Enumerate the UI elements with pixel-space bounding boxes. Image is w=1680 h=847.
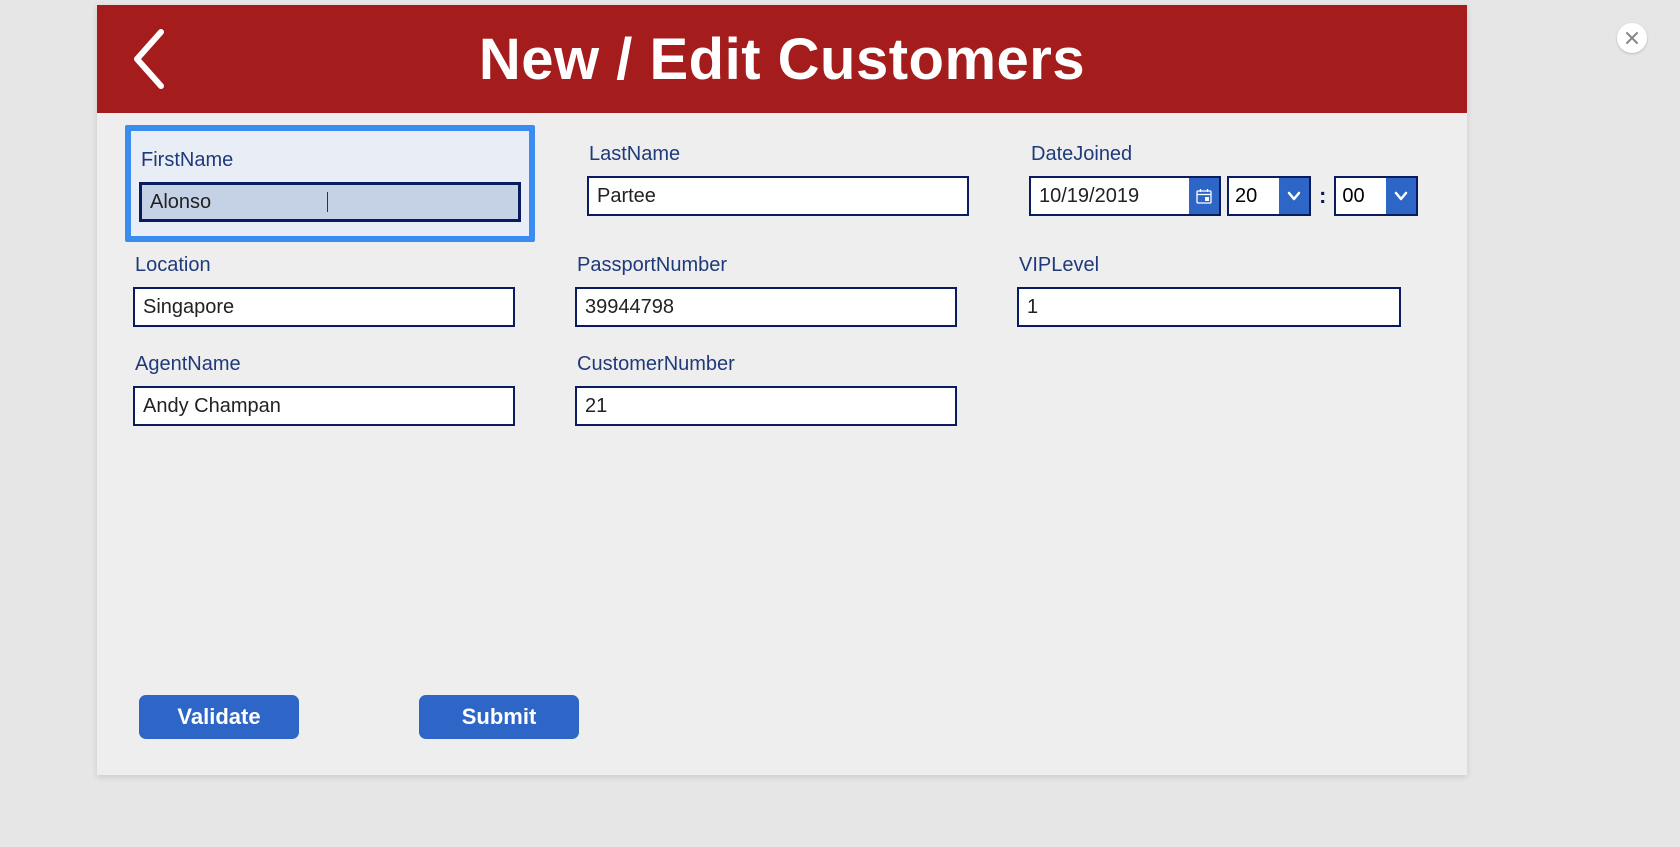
firstname-label: FirstName bbox=[139, 149, 521, 172]
chevron-left-icon bbox=[131, 28, 167, 90]
hour-select[interactable]: 20 bbox=[1227, 176, 1311, 216]
datejoined-field: DateJoined bbox=[1029, 143, 1415, 228]
close-button[interactable] bbox=[1617, 23, 1647, 53]
chevron-down-icon bbox=[1393, 188, 1409, 204]
lastname-field: LastName bbox=[587, 143, 969, 228]
time-separator: : bbox=[1317, 183, 1328, 209]
lastname-input[interactable] bbox=[587, 176, 969, 216]
viplevel-field: VIPLevel bbox=[1017, 254, 1403, 327]
datejoined-label: DateJoined bbox=[1029, 143, 1415, 166]
customernumber-field: CustomerNumber bbox=[575, 353, 957, 426]
passportnumber-input[interactable] bbox=[575, 287, 957, 327]
customernumber-label: CustomerNumber bbox=[575, 353, 957, 376]
date-picker bbox=[1029, 176, 1221, 216]
text-caret-icon bbox=[327, 192, 328, 212]
minute-select[interactable]: 00 bbox=[1334, 176, 1418, 216]
form-row-3: AgentName CustomerNumber bbox=[133, 353, 1431, 426]
date-picker-button[interactable] bbox=[1189, 176, 1221, 216]
customer-form-panel: New / Edit Customers FirstName LastName … bbox=[97, 5, 1467, 775]
minute-dropdown-button[interactable] bbox=[1386, 176, 1418, 216]
chevron-down-icon bbox=[1286, 188, 1302, 204]
form-row-2: Location PassportNumber VIPLevel bbox=[133, 254, 1431, 327]
agentname-input[interactable] bbox=[133, 386, 515, 426]
hour-value: 20 bbox=[1227, 176, 1279, 216]
date-input[interactable] bbox=[1029, 176, 1189, 216]
form-row-1: FirstName LastName DateJoined bbox=[133, 143, 1431, 228]
agentname-label: AgentName bbox=[133, 353, 515, 376]
header-bar: New / Edit Customers bbox=[97, 5, 1467, 113]
location-field: Location bbox=[133, 254, 515, 327]
location-input[interactable] bbox=[133, 287, 515, 327]
hour-dropdown-button[interactable] bbox=[1279, 176, 1311, 216]
firstname-input[interactable] bbox=[139, 182, 521, 222]
action-buttons: Validate Submit bbox=[139, 695, 579, 739]
passportnumber-field: PassportNumber bbox=[575, 254, 957, 327]
firstname-field-focused: FirstName bbox=[125, 125, 535, 242]
viplevel-label: VIPLevel bbox=[1017, 254, 1403, 277]
calendar-icon bbox=[1196, 188, 1212, 204]
location-label: Location bbox=[133, 254, 515, 277]
viplevel-input[interactable] bbox=[1017, 287, 1401, 327]
minute-value: 00 bbox=[1334, 176, 1386, 216]
customernumber-input[interactable] bbox=[575, 386, 957, 426]
lastname-label: LastName bbox=[587, 143, 969, 166]
page-title: New / Edit Customers bbox=[479, 26, 1085, 93]
agentname-field: AgentName bbox=[133, 353, 515, 426]
close-icon bbox=[1625, 31, 1639, 45]
form-area: FirstName LastName DateJoined bbox=[97, 113, 1467, 775]
submit-button[interactable]: Submit bbox=[419, 695, 579, 739]
validate-button[interactable]: Validate bbox=[139, 695, 299, 739]
back-button[interactable] bbox=[121, 24, 177, 94]
datejoined-controls: 20 : 00 bbox=[1029, 176, 1415, 216]
passportnumber-label: PassportNumber bbox=[575, 254, 957, 277]
